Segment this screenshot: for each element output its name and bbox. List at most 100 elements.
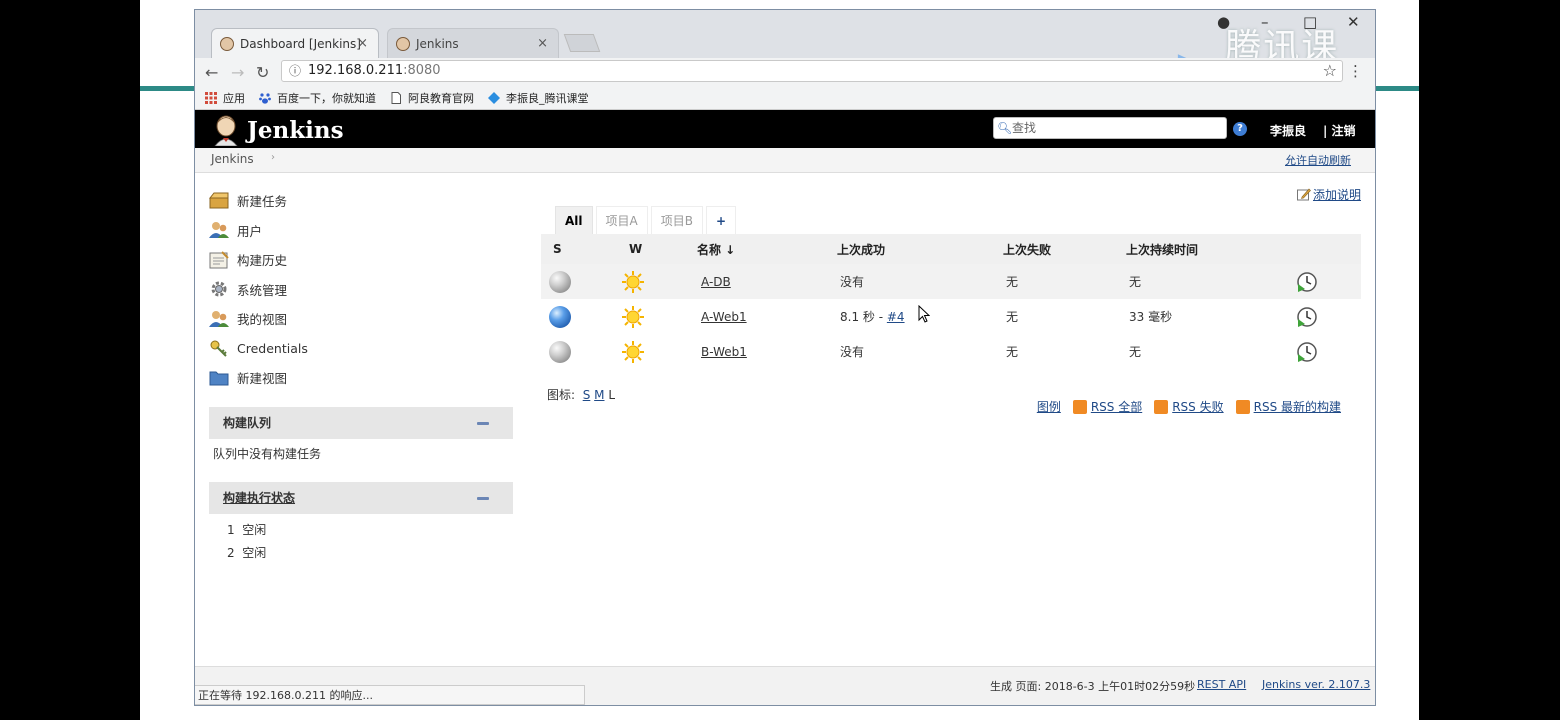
logout-link[interactable]: | 注销: [1323, 122, 1356, 139]
tab-add-view[interactable]: +: [705, 206, 737, 235]
add-description-link[interactable]: 添加说明: [1296, 186, 1361, 203]
sunny-weather-icon: [622, 270, 644, 293]
rest-api-link[interactable]: REST API: [1197, 678, 1246, 691]
sidebar-item-credentials[interactable]: Credentials: [209, 334, 519, 364]
schedule-build-icon[interactable]: [1296, 341, 1318, 363]
jenkins-home-link[interactable]: Jenkins: [211, 114, 344, 146]
column-status[interactable]: S: [541, 234, 617, 264]
schedule-build-icon[interactable]: [1296, 271, 1318, 293]
bookmark-aliang[interactable]: 阿良教育官网: [390, 90, 474, 106]
breadcrumb-jenkins[interactable]: Jenkins: [211, 152, 254, 166]
build-number-link[interactable]: #4: [887, 310, 905, 324]
sidebar-item-my-views[interactable]: 我的视图: [209, 304, 519, 334]
last-duration-text: 33 毫秒: [1129, 310, 1173, 324]
bookmark-baidu[interactable]: 百度一下，你就知道: [259, 90, 376, 106]
sidebar-item-label: 用户: [237, 223, 263, 239]
user-link[interactable]: 李振良: [1270, 122, 1306, 139]
last-failure-text: 无: [1006, 275, 1019, 289]
executor-row: 2 空闲: [227, 545, 267, 560]
tab-title: Dashboard [Jenkins]: [240, 36, 361, 51]
job-name-link[interactable]: A-Web1: [701, 310, 747, 324]
last-success-text: 没有: [840, 345, 865, 359]
close-tab-icon[interactable]: ×: [357, 36, 368, 51]
icon-size-selector: 图标: S M L: [547, 386, 615, 403]
reload-icon[interactable]: ↻: [256, 63, 269, 82]
build-queue-empty: 队列中没有构建任务: [213, 446, 322, 461]
edit-description-icon: [1296, 188, 1311, 201]
sidebar-item-new-item[interactable]: 新建任务: [209, 186, 519, 216]
tab-project-b[interactable]: 项目B: [650, 206, 703, 235]
bookmark-label: 李振良_腾讯课堂: [506, 91, 589, 105]
collapse-icon[interactable]: [477, 496, 489, 500]
build-queue-header[interactable]: 构建队列: [209, 406, 513, 439]
job-name-link[interactable]: B-Web1: [701, 345, 747, 359]
bookmark-star-icon[interactable]: ☆: [1323, 61, 1337, 80]
sidebar-item-label: 新建视图: [237, 371, 288, 387]
build-queue-panel: 构建队列 队列中没有构建任务: [209, 406, 513, 468]
job-name-link[interactable]: A-DB: [701, 275, 731, 289]
sidebar-item-build-history[interactable]: 构建历史: [209, 245, 519, 275]
rss-latest-link[interactable]: RSS 最新的构建: [1254, 398, 1341, 415]
collapse-icon[interactable]: [477, 421, 489, 425]
close-window-icon[interactable]: ✕: [1347, 13, 1360, 31]
bookmark-tencent[interactable]: 李振良_腾讯课堂: [488, 90, 589, 106]
tab-project-a[interactable]: 项目A: [595, 206, 648, 235]
column-last-failure[interactable]: 上次失败: [1003, 234, 1126, 264]
tab-all[interactable]: All: [555, 206, 593, 235]
back-arrow-icon[interactable]: ←: [205, 63, 218, 82]
icon-size-label: 图标:: [547, 388, 576, 402]
column-weather[interactable]: W: [617, 234, 697, 264]
sidebar-item-manage[interactable]: 系统管理: [209, 275, 519, 305]
new-tab-button[interactable]: [563, 34, 601, 52]
jobs-table: S W 名称 ↓ 上次成功 上次失败 上次持续时间 A-DB 没有无无 A-Web1…: [541, 234, 1361, 369]
rss-all-link[interactable]: RSS 全部: [1091, 398, 1142, 415]
sidebar-item-label: Credentials: [237, 340, 308, 356]
column-last-duration[interactable]: 上次持续时间: [1126, 234, 1296, 264]
executor-status-header[interactable]: 构建执行状态: [209, 481, 513, 514]
browser-tab-dashboard[interactable]: Dashboard [Jenkins] ×: [211, 28, 379, 58]
close-tab-icon[interactable]: ×: [537, 36, 548, 51]
search-input[interactable]: 🔍︎ 查找: [993, 117, 1227, 139]
maximize-icon[interactable]: □: [1303, 13, 1317, 31]
column-build: [1296, 234, 1361, 264]
profile-icon[interactable]: ●: [1217, 13, 1230, 31]
browser-tab-jenkins[interactable]: Jenkins ×: [387, 28, 559, 58]
auto-refresh-link[interactable]: 允许自动刷新: [1285, 152, 1351, 168]
forward-arrow-icon[interactable]: →: [231, 63, 244, 82]
sidebar-item-people[interactable]: 用户: [209, 216, 519, 246]
help-icon[interactable]: ?: [1233, 122, 1247, 136]
apps-grid-icon: [205, 91, 217, 104]
legend-link[interactable]: 图例: [1037, 398, 1061, 415]
credentials-icon: [210, 340, 227, 357]
build-status-ball-icon: [549, 305, 571, 328]
table-header-row: S W 名称 ↓ 上次成功 上次失败 上次持续时间: [541, 234, 1361, 264]
sidebar-item-label: 我的视图: [237, 312, 288, 328]
rss-failed-link[interactable]: RSS 失败: [1172, 398, 1223, 415]
breadcrumb-arrow-icon[interactable]: ›: [271, 152, 275, 163]
tencent-classroom-icon: [488, 91, 500, 104]
page-icon: [391, 91, 401, 104]
icon-size-l: L: [608, 388, 616, 402]
table-row: A-Web1 8.1 秒 - #4 无 33 毫秒: [541, 299, 1361, 334]
icon-size-m[interactable]: M: [594, 388, 604, 402]
breadcrumb-bar: Jenkins › 允许自动刷新: [195, 148, 1375, 173]
column-name[interactable]: 名称 ↓: [697, 234, 837, 264]
rss-icon: [1235, 399, 1250, 414]
jenkins-version-link[interactable]: Jenkins ver. 2.107.3: [1262, 678, 1370, 691]
url-field[interactable]: ⓘ 192.168.0.211:8080: [281, 60, 1343, 82]
schedule-build-icon[interactable]: [1296, 306, 1318, 328]
jenkins-header: Jenkins 🔍︎ 查找 ? 李振良 | 注销: [195, 110, 1375, 148]
icon-size-s[interactable]: S: [583, 388, 591, 402]
browser-menu-icon[interactable]: ⋮: [1348, 62, 1363, 80]
jenkins-footer: 正在等待 192.168.0.211 的响应... 生成 页面: 2018-6-…: [195, 666, 1375, 705]
column-last-success[interactable]: 上次成功: [837, 234, 1003, 264]
site-info-icon[interactable]: ⓘ: [289, 61, 301, 81]
bookmark-apps[interactable]: 应用: [205, 90, 245, 106]
tab-title: Jenkins: [416, 36, 459, 51]
bookmark-label: 应用: [223, 91, 245, 105]
minimize-icon[interactable]: –: [1261, 13, 1269, 31]
mouse-cursor-icon: [918, 305, 930, 323]
sidebar-item-new-view[interactable]: 新建视图: [209, 363, 519, 393]
executor-status-title[interactable]: 构建执行状态: [223, 489, 295, 506]
view-tabs: All 项目A 项目B +: [555, 206, 739, 235]
